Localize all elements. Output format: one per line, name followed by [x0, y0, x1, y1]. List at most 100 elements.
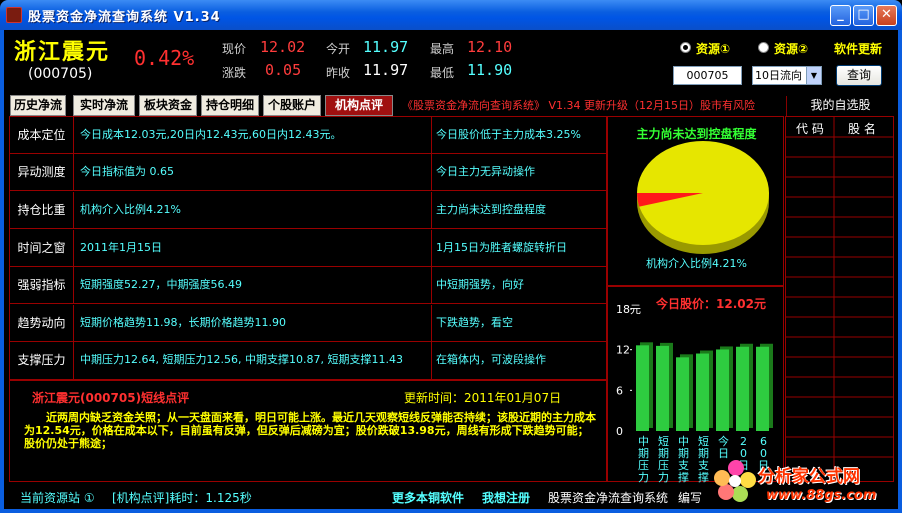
row-judgement: 1月15日为胜者螺旋转折日 [436, 241, 567, 254]
x-tick-label: 力 [638, 471, 649, 483]
window-title: 股票资金净流查询系统 V1.34 [28, 10, 221, 25]
stock-code: (000705) [28, 66, 93, 82]
row-detail: 中期压力12.64, 短期压力12.56, 中期支撑10.87, 短期支撑11.… [74, 342, 432, 379]
analysis-table: 成本定位 今日成本12.03元,20日内12.43元,60日内12.43元。 今… [9, 116, 607, 380]
row-detail: 2011年1月15日 [74, 230, 432, 267]
scrolling-notice: 《股票资金净流向查询系统》 V1.34 更新升级（12月15日）股市有风险 [402, 99, 756, 112]
y-tick-label: 0 [616, 425, 623, 438]
tab-holdings[interactable]: 持仓明细 [201, 95, 259, 116]
software-update-link[interactable]: 软件更新 [834, 40, 882, 57]
title-bar: 股票资金净流查询系统 V1.34 _ □ ✕ [0, 0, 902, 30]
table-row: 异动测度 今日指标值为 0.65 今日主力无异动操作 [10, 154, 606, 191]
short-term-comment-panel: 浙江震元(000705)短线点评 更新时间：2011年01月07日 近两周内缺乏… [9, 380, 607, 482]
x-tick-label: 短 [658, 434, 669, 448]
y-axis-unit: 元 [630, 303, 641, 316]
watermark-brand: 分析家公式网 [758, 467, 860, 487]
pie-caption: 机构介入比例4.21% [646, 257, 747, 270]
more-software-link[interactable]: 更多本铜软件 [392, 489, 464, 506]
row-judgement: 今日股价低于主力成本3.25% [436, 128, 581, 141]
status-edit: 编写 [678, 491, 703, 505]
status-app-name: 股票资金净流查询系统 [548, 491, 669, 505]
bar [636, 345, 649, 431]
quote-label: 今开 [326, 42, 351, 56]
row-judgement: 今日主力无异动操作 [436, 165, 535, 178]
stock-code-input[interactable]: 000705 [673, 66, 742, 85]
row-detail: 机构介入比例4.21% [74, 192, 432, 229]
control-ratio-panel: 主力尚未达到控盘程度 机构介入比例4.21% [607, 116, 784, 286]
flower-logo-icon [714, 460, 756, 502]
close-button[interactable]: ✕ [876, 5, 897, 26]
row-label: 持仓比重 [10, 192, 74, 229]
tab-stock-account[interactable]: 个股账户 [263, 95, 321, 116]
quote-label: 现价 [222, 42, 247, 56]
minimize-button[interactable]: _ [830, 5, 851, 26]
tab-history-flow[interactable]: 历史净流 [10, 95, 66, 116]
row-judgement: 主力尚未达到控盘程度 [436, 203, 546, 216]
change-percent: 0.42% [134, 46, 195, 70]
tab-institution-review[interactable]: 机构点评 [325, 95, 393, 116]
row-label: 时间之窗 [10, 230, 74, 267]
register-link[interactable]: 我想注册 [482, 489, 530, 506]
bar [696, 353, 709, 431]
y-tick-label: 6 [616, 384, 623, 397]
row-label: 异动测度 [10, 154, 74, 191]
status-source: 当前资源站 ① [20, 491, 95, 505]
table-row: 持仓比重 机构介入比例4.21% 主力尚未达到控盘程度 [10, 192, 606, 229]
tab-sector-funds[interactable]: 板块资金 [139, 95, 197, 116]
x-tick-label: 短 [698, 434, 709, 448]
bar [676, 357, 689, 431]
row-judgement: 中短期强势，向好 [436, 278, 524, 291]
quote-value: 11.97 [363, 61, 409, 79]
bar [656, 345, 669, 431]
watchlist-grid[interactable] [786, 117, 893, 481]
chevron-down-icon[interactable]: ▼ [806, 67, 821, 84]
source1-label[interactable]: 资源① [696, 40, 730, 57]
tab-realtime-flow[interactable]: 实时净流 [73, 95, 135, 116]
quote-value: 0.05 [265, 61, 302, 79]
query-button[interactable]: 查询 [836, 65, 882, 86]
row-detail: 短期强度52.27，中期强度56.49 [74, 267, 432, 304]
row-judgement: 在箱体内，可波段操作 [436, 353, 546, 366]
source2-radio[interactable] [758, 42, 769, 53]
quote-label: 昨收 [326, 66, 351, 80]
stock-name: 浙江震元 [14, 39, 111, 65]
bar [716, 349, 729, 431]
period-select[interactable]: 10日流向 ▼ [752, 66, 822, 85]
watchlist-title: 我的自选股 [786, 96, 894, 116]
watermark: 分析家公式网 www.88gs.com [700, 454, 896, 510]
bar [756, 346, 769, 431]
row-label: 成本定位 [10, 117, 74, 154]
y-tick-label: 18 [616, 303, 630, 316]
row-label: 趋势动向 [10, 305, 74, 342]
source2-label[interactable]: 资源② [774, 40, 808, 57]
quote-value: 11.97 [363, 38, 409, 56]
x-tick-label: 今 [718, 434, 729, 448]
comment-title: 浙江震元(000705)短线点评 [32, 391, 190, 405]
table-row: 时间之窗 2011年1月15日 1月15日为胜者螺旋转折日 [10, 230, 606, 267]
table-row: 成本定位 今日成本12.03元,20日内12.43元,60日内12.43元。 今… [10, 117, 606, 154]
y-tick-label: 12 [616, 344, 630, 357]
quote-value: 12.02 [260, 38, 306, 56]
row-judgement: 下跌趋势，看空 [436, 316, 513, 329]
app-icon[interactable] [6, 7, 22, 23]
row-detail: 今日成本12.03元,20日内12.43元,60日内12.43元。 [74, 117, 432, 154]
x-tick-label: 力 [658, 471, 669, 483]
quote-label: 最低 [430, 66, 455, 80]
period-select-value: 10日流向 [755, 69, 802, 82]
status-timing: [机构点评]耗时：1.125秒 [112, 491, 252, 505]
source1-radio[interactable] [680, 42, 691, 53]
bar [736, 346, 749, 431]
quote-value: 12.10 [467, 38, 513, 56]
maximize-button[interactable]: □ [853, 5, 874, 26]
x-tick-label: 撑 [678, 470, 689, 483]
quote-label: 最高 [430, 42, 455, 56]
price-levels-panel: 今日股价：12.02元 181260元中期压力短期压力中期支撑短期支撑今日20日… [607, 286, 784, 483]
comment-body: 近两周内缺乏资金关照；从一天盘面来看，明日可能上涨。最近几天观察短线反弹能否持续… [24, 411, 596, 450]
watchlist-panel: 代 码 股 名 [785, 116, 894, 482]
watermark-url: www.88gs.com [766, 488, 877, 503]
row-label: 强弱指标 [10, 267, 74, 304]
row-detail: 今日指标值为 0.65 [74, 154, 432, 191]
table-row: 强弱指标 短期强度52.27，中期强度56.49 中短期强势，向好 [10, 267, 606, 304]
table-row: 趋势动向 短期价格趋势11.98，长期价格趋势11.90 下跌趋势，看空 [10, 305, 606, 342]
quote-value: 11.90 [467, 61, 513, 79]
